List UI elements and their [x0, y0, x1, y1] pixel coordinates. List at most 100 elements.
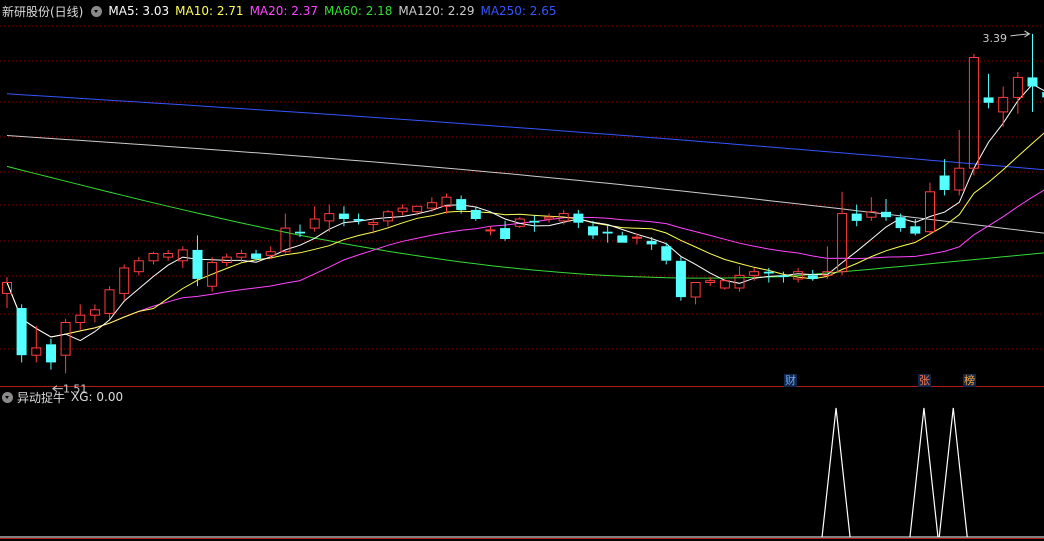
candle-body — [104, 289, 115, 314]
candle-body — [46, 344, 56, 363]
ma10-line — [6, 132, 1044, 338]
candle-body — [295, 231, 305, 234]
candle — [690, 282, 701, 305]
event-marker-finance[interactable]: 财 — [784, 374, 797, 387]
candle — [646, 237, 657, 250]
candle-body — [632, 236, 642, 239]
chevron-down-icon[interactable] — [2, 391, 13, 403]
candle — [1012, 72, 1023, 114]
candle-body — [251, 253, 262, 259]
candle-body — [265, 251, 276, 256]
candle-body — [617, 235, 628, 243]
candle-body — [807, 275, 818, 279]
candle-body — [734, 274, 745, 289]
candle-body — [89, 309, 100, 316]
candle-body — [163, 253, 174, 258]
candle — [675, 257, 686, 301]
ma120-legend: MA120: 2.29 — [398, 4, 475, 18]
candle-body — [397, 207, 408, 213]
candle — [998, 86, 1009, 127]
candle-body — [368, 222, 379, 225]
indicator-header: 异动捉牛 XG: 0.00 — [2, 388, 123, 406]
ma20-line — [6, 189, 1044, 338]
candle — [148, 251, 159, 265]
candle-body — [602, 231, 613, 234]
candle — [46, 338, 56, 370]
event-marker-rise[interactable]: 张 — [918, 374, 931, 387]
candle-body — [324, 213, 335, 222]
candle-body — [236, 253, 247, 258]
candle-body — [763, 271, 774, 274]
candle-body — [500, 228, 511, 239]
candle-body — [309, 218, 320, 229]
candle — [983, 73, 994, 109]
candle — [89, 304, 100, 323]
ma5-legend: MA5: 3.03 — [108, 4, 170, 18]
candle — [163, 249, 174, 261]
candle-body — [456, 199, 467, 210]
ma120-line — [6, 135, 1044, 234]
candle-body — [998, 96, 1009, 113]
candle-body — [675, 260, 686, 298]
candle-body — [148, 253, 159, 262]
xg-signal-spike — [938, 407, 968, 538]
candle-body — [60, 322, 71, 356]
kline-chart[interactable]: 3.391.51 — [0, 0, 1044, 541]
candle — [529, 215, 540, 232]
candle — [939, 159, 950, 196]
ma10-legend: MA10: 2.71 — [175, 4, 244, 18]
candle-body — [661, 246, 672, 261]
candle-body — [719, 280, 730, 289]
candle — [60, 318, 71, 374]
candle-body — [75, 314, 86, 324]
candle — [75, 304, 86, 330]
candle — [441, 193, 452, 214]
candle — [851, 204, 862, 227]
candle — [1027, 33, 1038, 112]
candle — [119, 264, 130, 301]
candle — [500, 220, 511, 241]
candle-body — [2, 282, 12, 294]
candle-body — [778, 275, 789, 278]
candle — [309, 206, 320, 232]
candle — [617, 231, 628, 243]
high-price-label: 3.39 — [983, 32, 1008, 45]
candle — [763, 268, 774, 283]
candle-body — [939, 175, 950, 190]
candle-body — [382, 211, 393, 222]
event-marker-ranking[interactable]: 榜 — [963, 374, 976, 387]
chevron-down-icon[interactable] — [91, 5, 103, 17]
candle-body — [968, 57, 979, 169]
candle — [544, 213, 555, 223]
candle-body — [1012, 76, 1023, 98]
candle — [133, 257, 144, 276]
candle-body — [192, 249, 203, 279]
candle-body — [529, 220, 540, 223]
candle-body — [119, 267, 130, 294]
candle-body — [588, 226, 598, 236]
candle — [280, 213, 291, 254]
candle-body — [925, 191, 935, 233]
candle-body — [749, 271, 760, 276]
candle-body — [690, 282, 701, 298]
candle-body — [895, 217, 906, 229]
candle-body — [646, 240, 657, 245]
main-chart-header: 新研股份(日线) MA5: 3.03 MA10: 2.71 MA20: 2.37… — [2, 2, 563, 20]
stock-title: 新研股份(日线) — [2, 4, 84, 19]
candle-body — [353, 219, 364, 221]
candle — [866, 197, 877, 221]
candle-body — [573, 213, 584, 223]
candle-body — [705, 280, 716, 284]
candle — [353, 213, 364, 225]
candle — [31, 326, 42, 363]
candle — [397, 204, 408, 216]
candle — [192, 235, 203, 287]
candle-body — [851, 213, 862, 221]
candle — [881, 199, 891, 221]
candle — [338, 206, 349, 227]
candle-body — [412, 205, 423, 213]
candle — [925, 182, 935, 236]
xg-signal-spike — [821, 407, 851, 538]
candle-body — [133, 260, 144, 273]
candle-body — [1027, 77, 1038, 87]
